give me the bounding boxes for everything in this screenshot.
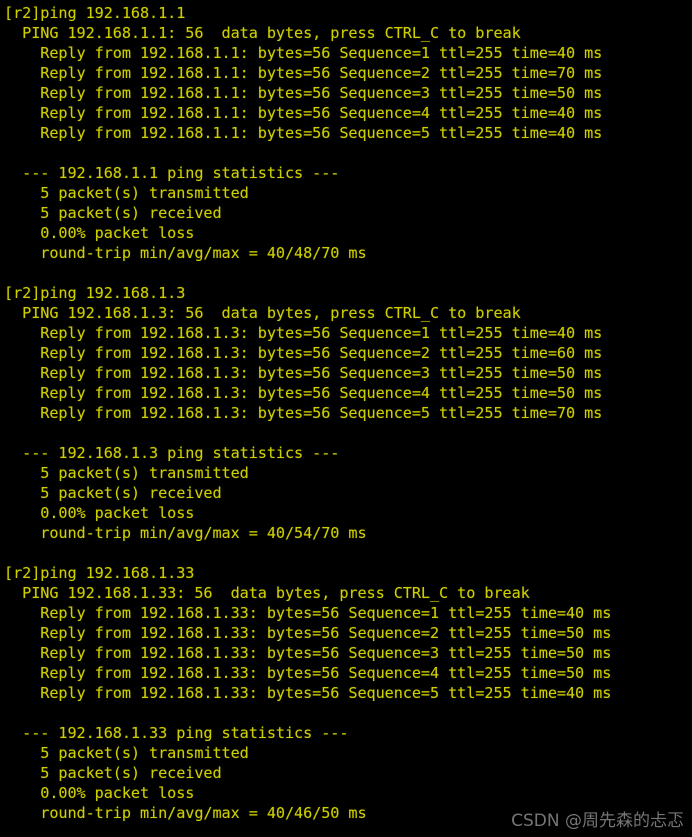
terminal-line: 5 packet(s) received <box>4 764 222 782</box>
terminal-line: Reply from 192.168.1.33: bytes=56 Sequen… <box>4 624 612 642</box>
terminal-line: Reply from 192.168.1.3: bytes=56 Sequenc… <box>4 384 603 402</box>
terminal-line: PING 192.168.1.1: 56 data bytes, press C… <box>4 24 521 42</box>
terminal-line: [r2]ping 192.168.1.3 <box>4 284 186 302</box>
terminal-line: [r2]ping 192.168.1.33 <box>4 564 195 582</box>
terminal-line: PING 192.168.1.33: 56 data bytes, press … <box>4 584 530 602</box>
terminal-line: Reply from 192.168.1.3: bytes=56 Sequenc… <box>4 364 603 382</box>
terminal-line: 0.00% packet loss <box>4 784 195 802</box>
terminal-line: 5 packet(s) transmitted <box>4 184 249 202</box>
terminal-line: Reply from 192.168.1.1: bytes=56 Sequenc… <box>4 104 603 122</box>
terminal-line: Reply from 192.168.1.3: bytes=56 Sequenc… <box>4 344 603 362</box>
terminal-line: 5 packet(s) transmitted <box>4 744 249 762</box>
terminal-line: Reply from 192.168.1.3: bytes=56 Sequenc… <box>4 324 603 342</box>
terminal-line: Reply from 192.168.1.33: bytes=56 Sequen… <box>4 604 612 622</box>
terminal-line: 5 packet(s) transmitted <box>4 464 249 482</box>
terminal-line: Reply from 192.168.1.1: bytes=56 Sequenc… <box>4 84 603 102</box>
terminal-line: Reply from 192.168.1.1: bytes=56 Sequenc… <box>4 124 603 142</box>
terminal-line: PING 192.168.1.3: 56 data bytes, press C… <box>4 304 521 322</box>
terminal-line: round-trip min/avg/max = 40/54/70 ms <box>4 524 367 542</box>
terminal-line: 5 packet(s) received <box>4 204 222 222</box>
terminal-line: 0.00% packet loss <box>4 224 195 242</box>
terminal-output[interactable]: [r2]ping 192.168.1.1 PING 192.168.1.1: 5… <box>0 0 692 837</box>
terminal-line-list: [r2]ping 192.168.1.1 PING 192.168.1.1: 5… <box>4 3 692 823</box>
terminal-line: Reply from 192.168.1.33: bytes=56 Sequen… <box>4 644 612 662</box>
terminal-line: Reply from 192.168.1.33: bytes=56 Sequen… <box>4 684 612 702</box>
terminal-line: 5 packet(s) received <box>4 484 222 502</box>
terminal-line: Reply from 192.168.1.1: bytes=56 Sequenc… <box>4 64 603 82</box>
terminal-line: --- 192.168.1.1 ping statistics --- <box>4 164 340 182</box>
terminal-line: [r2]ping 192.168.1.1 <box>4 4 186 22</box>
terminal-line: --- 192.168.1.33 ping statistics --- <box>4 724 349 742</box>
csdn-watermark: CSDN @周先森的忐忑 <box>511 811 684 831</box>
terminal-line: Reply from 192.168.1.33: bytes=56 Sequen… <box>4 664 612 682</box>
terminal-line: Reply from 192.168.1.3: bytes=56 Sequenc… <box>4 404 603 422</box>
terminal-line: Reply from 192.168.1.1: bytes=56 Sequenc… <box>4 44 603 62</box>
terminal-line: 0.00% packet loss <box>4 504 195 522</box>
terminal-line: --- 192.168.1.3 ping statistics --- <box>4 444 340 462</box>
terminal-line: round-trip min/avg/max = 40/48/70 ms <box>4 244 367 262</box>
